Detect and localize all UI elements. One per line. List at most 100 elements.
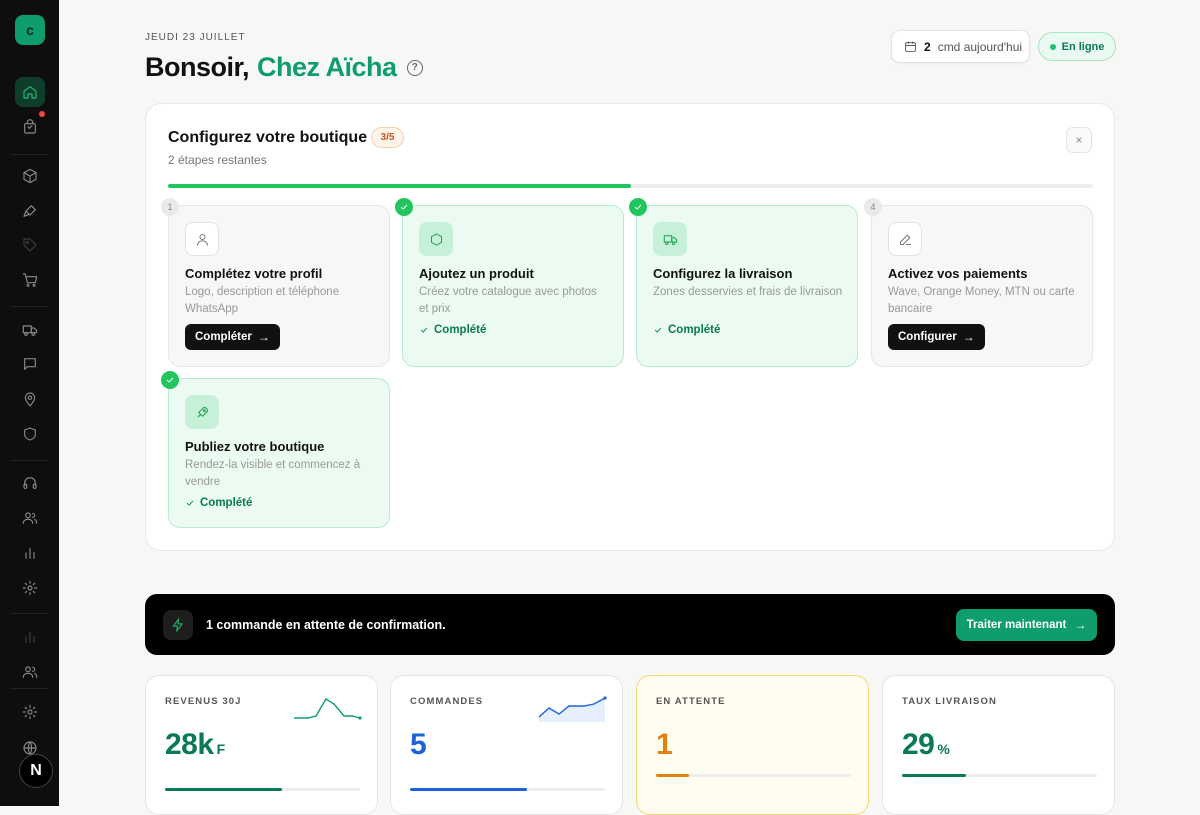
step-number: 1 (161, 198, 179, 216)
step-title: Configurez la livraison (653, 266, 793, 281)
step-completed-status: Complété (185, 497, 252, 509)
home-icon[interactable] (15, 77, 45, 107)
completed-label: Complété (434, 324, 487, 336)
stat-progress-bar (165, 788, 360, 791)
avatar[interactable]: N (19, 754, 53, 788)
check-icon (420, 327, 428, 333)
lightning-icon (163, 610, 193, 640)
setup-progress-badge: 3/5 (371, 127, 404, 148)
pencil-icon (888, 222, 922, 256)
value-number: 5 (410, 728, 427, 761)
stat-label: REVENUS 30J (165, 696, 242, 707)
value-number: 1 (656, 728, 673, 761)
step-description: Logo, description et téléphone WhatsApp (185, 286, 340, 315)
hexagon-icon (419, 222, 453, 256)
check-icon (161, 371, 179, 389)
button-label: Configurer (898, 331, 957, 343)
value-unit: F (216, 741, 226, 757)
orders-today-pill[interactable]: 2 cmd aujourd'hui (891, 30, 1030, 63)
sidebar-divider (10, 154, 49, 155)
sidebar-divider (10, 306, 49, 307)
user-icon (185, 222, 219, 256)
stat-progress-fill (410, 788, 527, 791)
configure-payments-button[interactable]: Configurer → (888, 324, 985, 350)
truck-icon[interactable] (15, 315, 45, 345)
step-title: Publiez votre boutique (185, 439, 325, 454)
step-description: Zones desservies et frais de livraison (653, 286, 843, 298)
close-button[interactable]: × (1066, 127, 1092, 153)
rocket-icon (185, 395, 219, 429)
banner-message: 1 commande en attente de confirmation. (206, 618, 446, 632)
page-title: Bonsoir, Chez Aïcha ? (145, 52, 423, 83)
completed-label: Complété (668, 324, 721, 336)
help-icon[interactable]: ? (406, 59, 423, 76)
sidebar-divider (10, 688, 49, 689)
chat-icon[interactable] (15, 349, 45, 379)
stat-value: 28k F (165, 728, 225, 762)
truck-icon (653, 222, 687, 256)
stat-value: 1 (656, 728, 675, 762)
sidebar: c N (0, 0, 59, 806)
stat-card-orders[interactable]: COMMANDES 5 (390, 675, 623, 815)
setup-step-profile: 1 Complétez votre profil Logo, descripti… (161, 198, 390, 367)
orders-sparkline (539, 696, 607, 722)
setup-subtitle: 2 étapes restantes (168, 153, 267, 167)
settings-icon[interactable] (15, 573, 45, 603)
stat-card-revenue[interactable]: REVENUS 30J 28k F (145, 675, 378, 815)
greeting-text: Bonsoir, (145, 52, 250, 82)
stat-value: 5 (410, 728, 429, 762)
setup-progress-bar (168, 184, 1093, 188)
check-icon (629, 198, 647, 216)
value-number: 28k (165, 728, 214, 761)
shield-icon[interactable] (15, 419, 45, 449)
status-dot (1049, 43, 1056, 50)
bar-chart-icon[interactable] (15, 538, 45, 568)
setup-card: Configurez votre boutique 3/5 2 étapes r… (145, 103, 1115, 551)
bar-chart-icon[interactable] (15, 622, 45, 652)
stat-progress-bar (656, 774, 851, 777)
users-icon[interactable] (15, 503, 45, 533)
settings-icon[interactable] (15, 697, 45, 727)
setup-progress-fill (168, 184, 631, 188)
stat-card-pending[interactable]: EN ATTENTE 1 (636, 675, 869, 815)
stat-progress-bar (410, 788, 605, 791)
box-icon[interactable] (15, 161, 45, 191)
shop-name: Chez Aïcha (257, 52, 397, 82)
step-title: Complétez votre profil (185, 266, 323, 281)
stat-value: 29% (902, 728, 950, 762)
revenue-sparkline (294, 698, 362, 720)
stat-label: TAUX LIVRAISON (902, 696, 997, 707)
status-badge[interactable]: En ligne (1038, 32, 1116, 61)
sidebar-divider (10, 613, 49, 614)
step-number: 4 (864, 198, 882, 216)
calendar-icon (905, 41, 916, 52)
arrow-right-icon: → (257, 330, 270, 344)
stat-label: EN ATTENTE (656, 696, 726, 707)
map-pin-icon[interactable] (15, 384, 45, 414)
sidebar-divider (10, 460, 49, 461)
tag-icon[interactable] (15, 230, 45, 260)
setup-step-product: Ajoutez un produit Créez votre catalogue… (395, 198, 624, 367)
stat-progress-fill (656, 774, 690, 777)
brush-icon[interactable] (15, 196, 45, 226)
date-label: JEUDI 23 JUILLET (145, 32, 246, 43)
button-label: Compléter (195, 331, 252, 343)
setup-step-payments: 4 Activez vos paiements Wave, Orange Mon… (864, 198, 1093, 367)
step-completed-status: Complété (653, 324, 720, 336)
stat-progress-fill (165, 788, 282, 791)
button-label: Traiter maintenant (966, 619, 1067, 631)
headphones-icon[interactable] (15, 468, 45, 498)
app-logo[interactable]: c (15, 15, 45, 45)
setup-title: Configurez votre boutique (168, 129, 368, 146)
stat-card-delivery-rate[interactable]: TAUX LIVRAISON 29% (882, 675, 1115, 815)
stat-label: COMMANDES (410, 696, 484, 707)
process-now-button[interactable]: Traiter maintenant → (956, 609, 1097, 641)
check-icon (654, 327, 662, 333)
cart-icon[interactable] (15, 265, 45, 295)
check-icon (395, 198, 413, 216)
step-title: Activez vos paiements (888, 266, 1028, 281)
step-description: Wave, Orange Money, MTN ou carte bancair… (888, 286, 1075, 315)
users-icon[interactable] (15, 657, 45, 687)
complete-profile-button[interactable]: Compléter → (185, 324, 280, 350)
stat-progress-bar (902, 774, 1097, 777)
